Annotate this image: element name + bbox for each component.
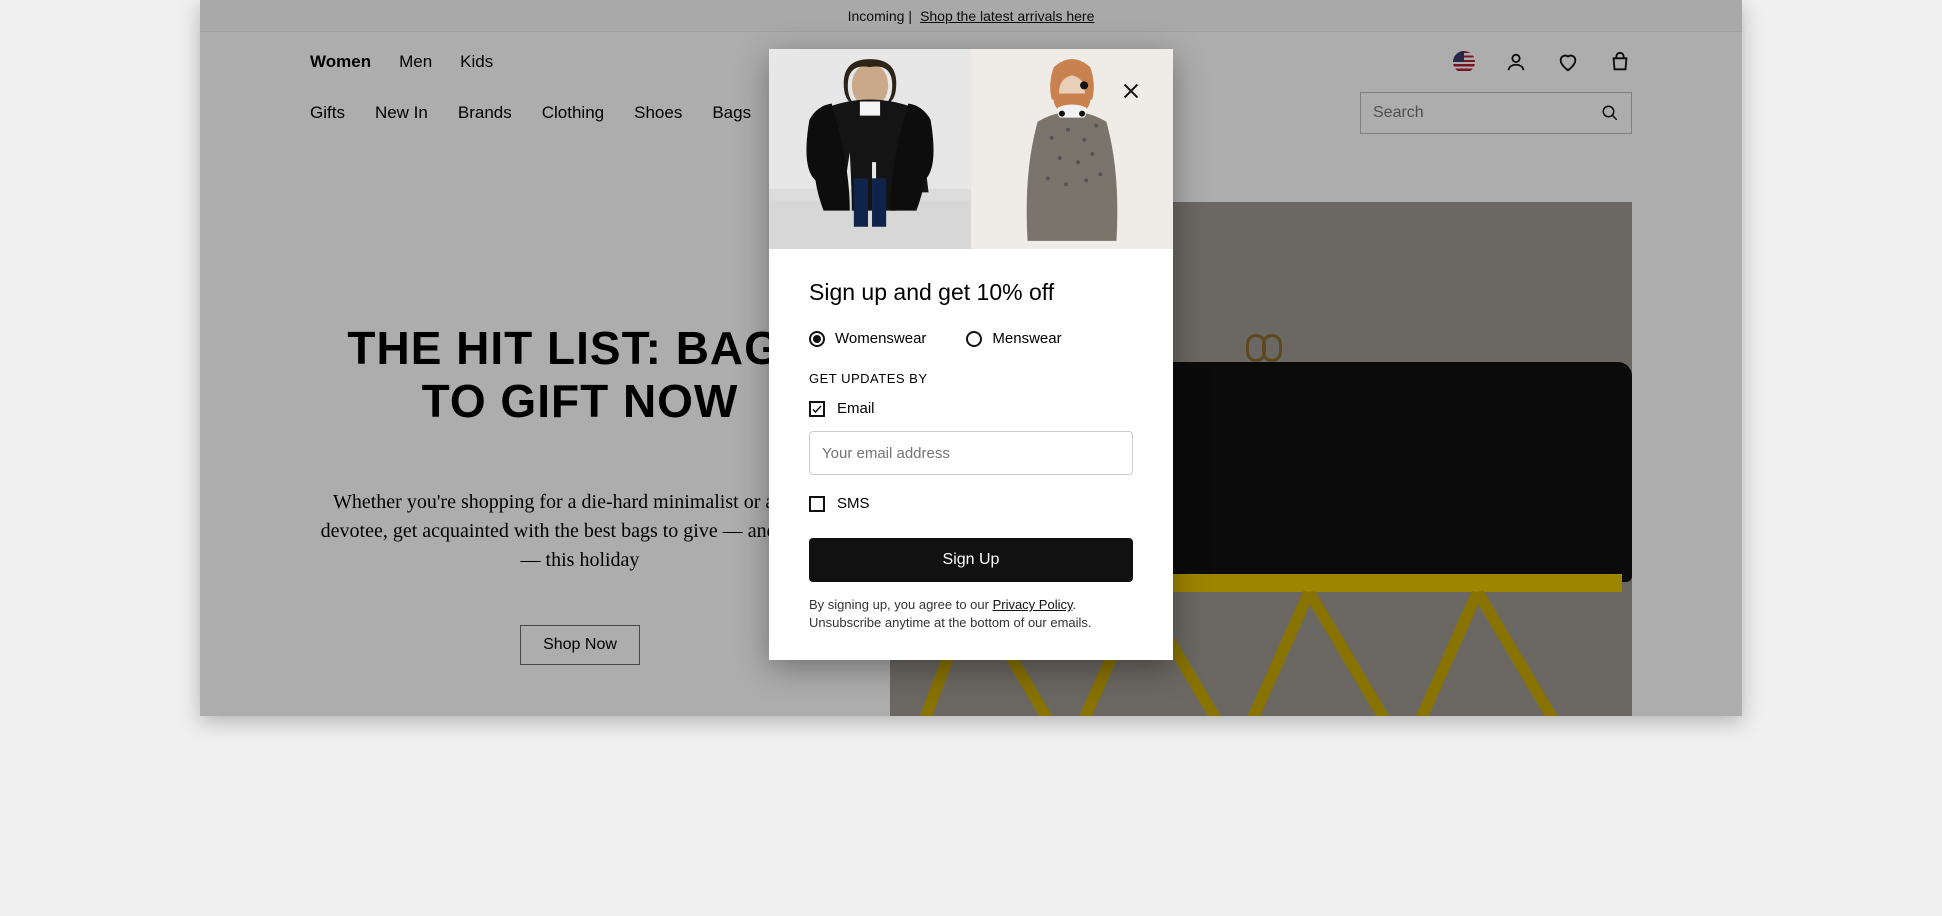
checkbox-icon — [809, 401, 825, 417]
radio-menswear-label: Menswear — [992, 330, 1061, 347]
check-sms-label: SMS — [837, 495, 870, 512]
radio-dot-icon — [809, 331, 825, 347]
signup-modal: Sign up and get 10% off Womenswear Mensw… — [769, 49, 1173, 660]
modal-image-left — [769, 49, 971, 249]
radio-dot-icon — [966, 331, 982, 347]
page: Incoming | Shop the latest arrivals here… — [200, 0, 1742, 716]
legal-prefix: By signing up, you agree to our — [809, 597, 993, 612]
modal-close-button[interactable] — [1117, 77, 1145, 105]
radio-womenswear[interactable]: Womenswear — [809, 330, 926, 347]
email-input[interactable] — [809, 431, 1133, 475]
modal-body: Sign up and get 10% off Womenswear Mensw… — [769, 249, 1173, 660]
updates-checks: Email SMS — [809, 400, 1133, 512]
privacy-policy-link[interactable]: Privacy Policy — [993, 597, 1073, 612]
radio-womenswear-label: Womenswear — [835, 330, 926, 347]
updates-label: GET UPDATES BY — [809, 371, 1133, 386]
signup-button[interactable]: Sign Up — [809, 538, 1133, 582]
check-sms[interactable]: SMS — [809, 495, 1133, 512]
check-email[interactable]: Email — [809, 400, 1133, 417]
gender-radio-group: Womenswear Menswear — [809, 330, 1133, 347]
modal-title: Sign up and get 10% off — [809, 279, 1133, 306]
radio-menswear[interactable]: Menswear — [966, 330, 1061, 347]
checkbox-icon — [809, 496, 825, 512]
modal-image-row — [769, 49, 1173, 249]
legal-text: By signing up, you agree to our Privacy … — [809, 596, 1133, 632]
check-email-label: Email — [837, 400, 875, 417]
